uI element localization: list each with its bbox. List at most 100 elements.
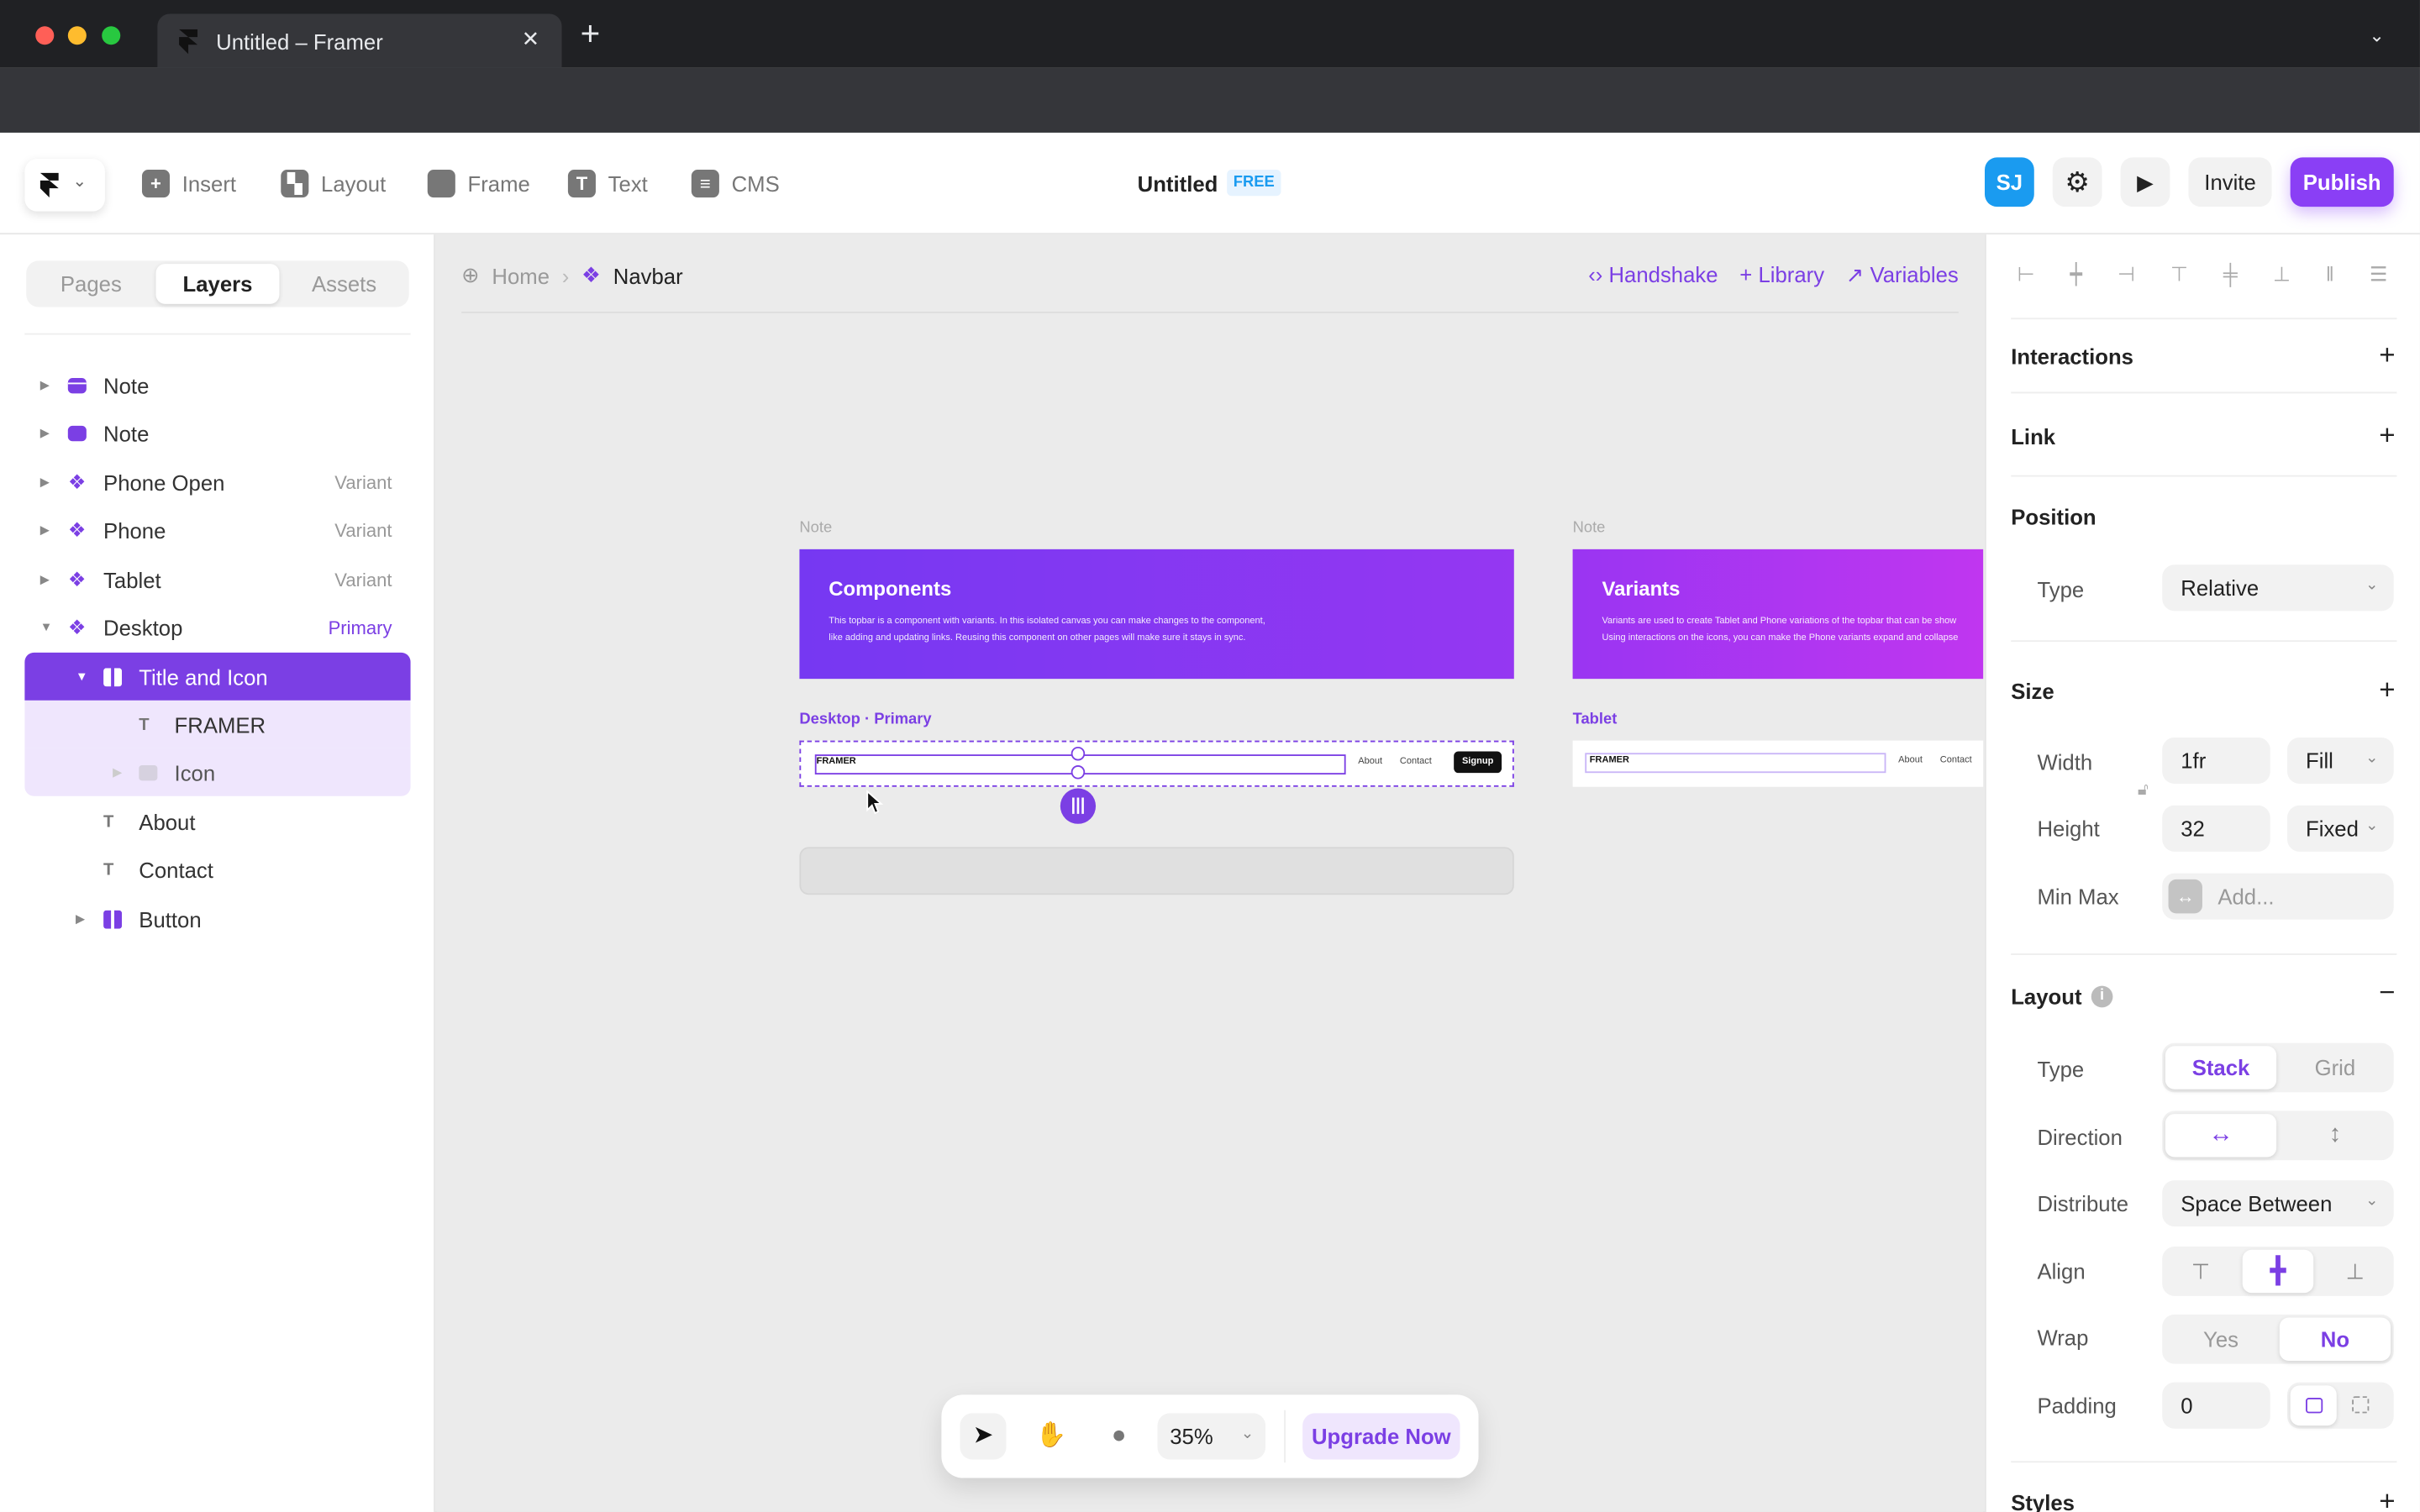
expand-arrow-icon[interactable]: ▶	[76, 911, 85, 926]
project-title[interactable]: Untitled FREE	[1138, 170, 1281, 197]
align-right-icon[interactable]: ⊣	[2118, 262, 2135, 286]
remove-layout-minus-icon[interactable]: −	[2379, 978, 2395, 1005]
handshake-link[interactable]: ‹› Handshake	[1588, 262, 1718, 288]
tablet-navbar-frame[interactable]: FRAMER About Contact	[1572, 740, 1984, 787]
width-mode-select[interactable]: Fill ⌄	[2286, 737, 2394, 785]
align-center-icon[interactable]: ╋	[2242, 1249, 2314, 1294]
layer-note-2[interactable]: ▶ Note	[24, 409, 410, 457]
wrap-yes[interactable]: Yes	[2165, 1318, 2276, 1361]
align-start-icon[interactable]: ⊤	[2165, 1250, 2236, 1293]
expand-arrow-icon[interactable]: ▶	[40, 426, 50, 440]
expand-arrow-icon[interactable]: ▶	[40, 572, 50, 586]
layer-phone-open[interactable]: ▶ ❖ Phone Open Variant	[24, 458, 410, 506]
layout-button[interactable]: ▚ Layout	[281, 166, 386, 200]
text-button[interactable]: T Text	[567, 166, 648, 200]
variant-tag: Variant	[334, 519, 392, 541]
new-tab-button[interactable]: +	[581, 16, 601, 50]
comment-tool-icon[interactable]: ●	[1096, 1413, 1142, 1459]
tab-search-chevron-icon[interactable]: ⌄	[2369, 24, 2384, 46]
add-interaction-plus-icon[interactable]: +	[2379, 341, 2395, 369]
padding-input[interactable]: 0	[2162, 1382, 2270, 1429]
invite-button[interactable]: Invite	[2188, 157, 2272, 207]
publish-button[interactable]: Publish	[2290, 157, 2394, 207]
info-icon[interactable]: i	[2091, 985, 2113, 1008]
breadcrumb-home[interactable]: Home	[492, 263, 550, 287]
insert-button[interactable]: + Insert	[141, 166, 236, 200]
resize-handle-top[interactable]	[1071, 746, 1086, 761]
layout-type-stack[interactable]: Stack	[2165, 1046, 2277, 1089]
tab-layers[interactable]: Layers	[155, 264, 280, 304]
layer-icon[interactable]: ▶ Icon	[24, 748, 411, 796]
note-variants[interactable]: Variants Variants are used to create Tab…	[1572, 549, 1984, 680]
layer-button[interactable]: ▶ Button	[24, 895, 410, 942]
close-window-button[interactable]	[35, 26, 55, 45]
align-center-h-icon[interactable]: ┿	[2070, 262, 2082, 286]
desktop-navbar-frame[interactable]: FRAMER About Contact Signup	[799, 740, 1514, 787]
library-link[interactable]: + Library	[1739, 262, 1824, 288]
position-type-select[interactable]: Relative ⌄	[2162, 564, 2394, 612]
align-left-icon[interactable]: ⊢	[2018, 262, 2035, 286]
frame-button[interactable]: Frame	[427, 166, 530, 200]
layer-desktop[interactable]: ▼ ❖ Desktop Primary	[24, 603, 410, 651]
placeholder-frame[interactable]	[799, 847, 1514, 895]
hand-tool-icon[interactable]: ✋	[1028, 1413, 1074, 1459]
maximize-window-button[interactable]	[102, 26, 121, 45]
layer-tablet[interactable]: ▶ ❖ Tablet Variant	[24, 555, 410, 603]
settings-gear-icon[interactable]: ⚙	[2052, 157, 2102, 207]
padding-individual-icon[interactable]	[2352, 1396, 2370, 1414]
layer-contact[interactable]: T Contact	[24, 846, 410, 894]
close-tab-icon[interactable]: ✕	[522, 26, 540, 52]
preview-play-icon[interactable]: ▶	[2120, 157, 2170, 207]
tab-assets[interactable]: Assets	[282, 264, 406, 304]
expand-arrow-icon[interactable]: ▶	[40, 378, 50, 392]
distribute-h-icon[interactable]: ‖	[2326, 262, 2334, 286]
align-end-icon[interactable]: ⊥	[2320, 1250, 2391, 1293]
upgrade-now-button[interactable]: Upgrade Now	[1302, 1413, 1460, 1460]
layer-about[interactable]: T About	[24, 798, 410, 846]
distribute-select[interactable]: Space Between ⌄	[2162, 1180, 2394, 1227]
tab-pages[interactable]: Pages	[29, 264, 153, 304]
direction-vertical-icon[interactable]: ↕	[2280, 1114, 2391, 1157]
gap-handle-icon[interactable]: |||	[1060, 788, 1097, 824]
collapse-arrow-icon[interactable]: ▼	[40, 620, 53, 634]
layout-type-grid[interactable]: Grid	[2280, 1046, 2391, 1089]
variables-link[interactable]: ↗ Variables	[1846, 262, 1959, 288]
height-input[interactable]: 32	[2162, 805, 2270, 852]
distribute-v-icon[interactable]: ☰	[2370, 262, 2387, 286]
expand-arrow-icon[interactable]: ▶	[40, 475, 50, 490]
wrap-no[interactable]: No	[2279, 1317, 2391, 1361]
collapse-arrow-icon[interactable]: ▼	[76, 669, 88, 684]
height-mode-select[interactable]: Fixed ⌄	[2286, 805, 2394, 852]
zoom-level-select[interactable]: 35% ⌄	[1157, 1413, 1266, 1460]
tablet-frame-label[interactable]: Tablet	[1573, 711, 1618, 728]
select-tool-cursor-icon[interactable]: ➤	[960, 1413, 1007, 1460]
align-bottom-icon[interactable]: ⊥	[2273, 262, 2291, 286]
cms-button[interactable]: ≡ CMS	[691, 166, 780, 200]
align-top-icon[interactable]: ⊤	[2170, 262, 2188, 286]
expand-arrow-icon[interactable]: ▶	[113, 765, 122, 780]
add-style-plus-icon[interactable]: +	[2379, 1488, 2395, 1512]
layer-note-1[interactable]: ▶ Note	[24, 361, 410, 409]
padding-uniform-button[interactable]	[2290, 1385, 2337, 1426]
framer-menu-button[interactable]: ⌄	[24, 159, 105, 212]
canvas[interactable]: ⊕ Home › ❖ Navbar ‹› Handshake + Library…	[436, 234, 1984, 1512]
layer-framer-text[interactable]: T FRAMER	[24, 700, 411, 748]
aspect-lock-icon[interactable]: 🔓︎	[2138, 780, 2149, 801]
direction-horizontal-icon[interactable]: ↔	[2165, 1114, 2277, 1158]
chevron-down-icon: ⌄	[2365, 1192, 2379, 1210]
breadcrumb-navbar[interactable]: Navbar	[613, 263, 683, 287]
resize-handle-bottom[interactable]	[1071, 765, 1086, 780]
minmax-input[interactable]: ↔ Add...	[2162, 873, 2394, 920]
add-link-plus-icon[interactable]: +	[2379, 421, 2395, 449]
browser-tab[interactable]: Untitled – Framer ✕	[157, 13, 562, 68]
minimize-window-button[interactable]	[67, 26, 87, 45]
align-middle-v-icon[interactable]: ╪	[2223, 262, 2238, 286]
width-input[interactable]: 1fr	[2162, 737, 2270, 785]
note-components[interactable]: Components This topbar is a component wi…	[799, 549, 1514, 680]
desktop-frame-label[interactable]: Desktop · Primary	[799, 711, 931, 728]
layer-phone[interactable]: ▶ ❖ Phone Variant	[24, 506, 410, 554]
layer-title-and-icon[interactable]: ▼ Title and Icon	[24, 652, 411, 701]
user-avatar[interactable]: SJ	[1984, 157, 2034, 207]
expand-arrow-icon[interactable]: ▶	[40, 523, 50, 538]
add-size-plus-icon[interactable]: +	[2379, 675, 2395, 703]
